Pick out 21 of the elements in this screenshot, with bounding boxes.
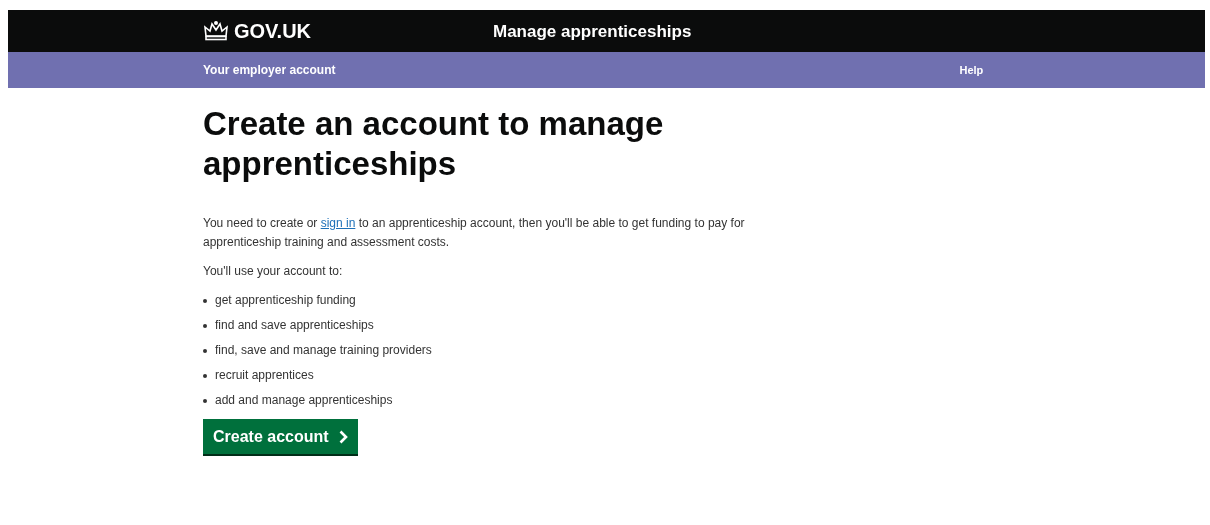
bullet-icon <box>203 298 207 303</box>
list-item-text: get apprenticeship funding <box>215 292 356 309</box>
service-name-link[interactable]: Manage apprenticeships <box>493 22 692 40</box>
bullet-icon <box>203 373 207 378</box>
list-item-text: find and save apprenticeships <box>215 317 374 334</box>
list-item-text: find, save and manage training providers <box>215 342 432 359</box>
page-heading: Create an account to manage apprenticeships <box>203 104 665 184</box>
create-account-button[interactable]: Create account <box>203 419 358 454</box>
bullet-icon <box>203 323 207 328</box>
list-item-text: add and manage apprenticeships <box>215 392 393 409</box>
bullet-icon <box>203 398 207 403</box>
list-intro-text: You'll use your account to: <box>203 263 344 280</box>
account-link[interactable]: Your employer account <box>203 61 336 79</box>
bullet-icon <box>203 348 207 353</box>
intro-paragraph: You need to create or sign in to an apprenticeship account, then you'll be able to get funding to pay for apprenticeship training and assessment costs. <box>203 215 746 251</box>
sign-in-link[interactable]: sign in <box>320 216 356 230</box>
help-link[interactable]: Help <box>959 61 984 79</box>
chevron-right-icon <box>338 429 348 444</box>
logo-link[interactable]: GOV.UK <box>234 21 312 41</box>
list-item-text: recruit apprentices <box>215 367 314 384</box>
crown-icon <box>203 21 229 41</box>
